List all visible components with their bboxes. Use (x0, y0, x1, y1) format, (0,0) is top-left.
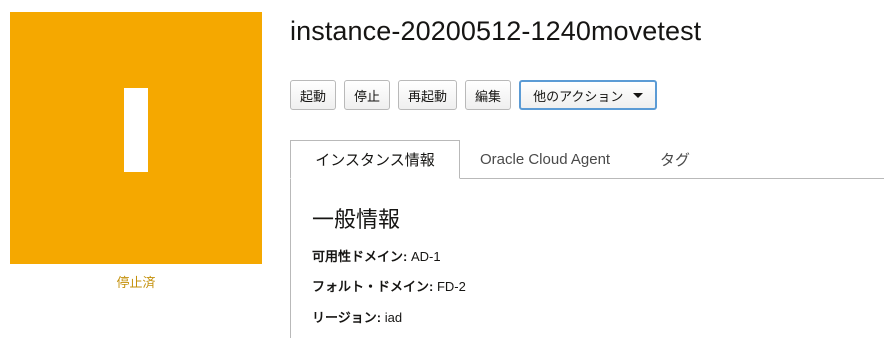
action-toolbar: 起動 停止 再起動 編集 他のアクション (290, 80, 658, 110)
field-value: AD-1 (410, 249, 441, 264)
field-availability-domain: 可用性ドメイン: AD-1 (312, 246, 441, 265)
tab-tags[interactable]: タグ (660, 140, 690, 179)
stop-button[interactable]: 停止 (344, 80, 391, 110)
start-button[interactable]: 起動 (290, 80, 337, 110)
field-value: FD-2 (436, 279, 466, 294)
field-fault-domain: フォルト・ドメイン: FD-2 (312, 276, 466, 295)
more-actions-label: 他のアクション (533, 88, 624, 104)
reboot-button[interactable]: 再起動 (398, 80, 458, 110)
tab-oracle-cloud-agent[interactable]: Oracle Cloud Agent (480, 140, 610, 179)
chevron-down-icon (633, 92, 644, 98)
field-label: 可用性ドメイン: (312, 249, 408, 264)
page-title: instance-20200512-1240movetest (290, 16, 702, 46)
instance-letter-glyph (124, 88, 148, 172)
field-region: リージョン: iad (312, 307, 402, 326)
general-info-title: 一般情報 (312, 207, 401, 232)
tab-bar: インスタンス情報 Oracle Cloud Agent タグ (290, 140, 884, 179)
edit-button[interactable]: 編集 (465, 80, 512, 110)
tab-instance-info[interactable]: インスタンス情報 (290, 140, 460, 179)
instance-status-label: 停止済 (116, 275, 156, 290)
more-actions-button[interactable]: 他のアクション (519, 80, 658, 110)
field-label: フォルト・ドメイン: (312, 279, 434, 294)
field-label: リージョン: (312, 310, 382, 325)
field-value: iad (384, 310, 403, 325)
